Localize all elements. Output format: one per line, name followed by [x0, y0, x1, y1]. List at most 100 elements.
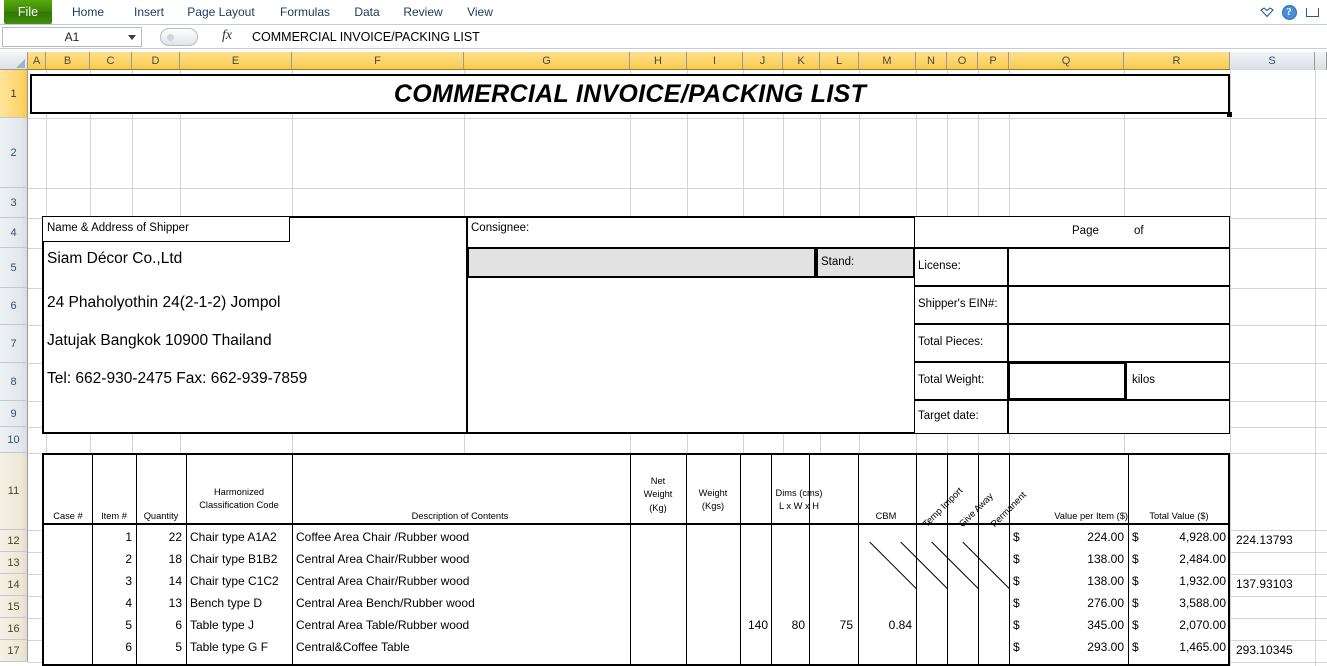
ribbon-tab-home[interactable]: Home [62, 0, 114, 24]
row-header-13[interactable]: 13 [0, 552, 28, 574]
column-header-A[interactable]: A [28, 52, 46, 70]
total-pieces-label: Total Pieces: [918, 336, 984, 348]
cell-total-currency: $ [1132, 530, 1139, 544]
header-weight-line1: Weight [698, 488, 728, 498]
column-header-G[interactable]: G [464, 52, 630, 70]
ribbon-tab-file[interactable]: File [4, 0, 52, 24]
header-dims-line2: L x W x H [779, 501, 819, 512]
column-header-H[interactable]: H [630, 52, 687, 70]
column-header-P[interactable]: P [978, 52, 1009, 70]
row-header-7[interactable]: 7 [0, 325, 28, 363]
minimize-glyph [1305, 7, 1319, 17]
cell-total-value: 1,932.00 [1179, 574, 1226, 588]
fx-label: fx [222, 28, 233, 43]
ribbon-tab-insert[interactable]: Insert [124, 0, 174, 24]
chevron-down-icon[interactable] [128, 35, 136, 40]
ribbon-tab-page-layout[interactable]: Page Layout [178, 0, 264, 24]
row-header-10[interactable]: 10 [0, 427, 28, 453]
ribbon-tab-formulas-label: Formulas [279, 5, 330, 19]
column-header-K[interactable]: K [783, 52, 820, 70]
row-header-4[interactable]: 4 [0, 218, 28, 248]
formula-input[interactable]: COMMERCIAL INVOICE/PACKING LIST [252, 28, 1323, 46]
ein-value-cell[interactable] [1008, 286, 1230, 324]
shipper-block[interactable] [42, 216, 482, 434]
row-header-8[interactable]: 8 [0, 363, 28, 401]
row-header-5[interactable]: 5 [0, 248, 28, 288]
cell-total-currency: $ [1132, 552, 1139, 566]
cell-dim-l: 140 [747, 618, 768, 632]
expand-formula-bar-button[interactable] [160, 28, 198, 46]
worksheet-grid[interactable]: COMMERCIAL INVOICE/PACKING LIST Name & A… [28, 70, 1327, 666]
shipper-contact: Tel: 662-930-2475 Fax: 662-939-7859 [47, 370, 308, 387]
row-header-11[interactable]: 11 [0, 453, 28, 530]
column-header-S[interactable]: S [1230, 52, 1315, 70]
ein-label: Shipper's EIN#: [918, 298, 998, 310]
total-pieces-value-cell[interactable] [1008, 324, 1230, 362]
row-header-15[interactable]: 15 [0, 596, 28, 618]
header-value-per-item: Value per Item ($) [1054, 511, 1128, 521]
column-header-D[interactable]: D [132, 52, 180, 70]
help-glyph: ? [1281, 4, 1297, 20]
column-header-extra[interactable] [1315, 52, 1327, 70]
cell-value-currency: $ [1013, 552, 1020, 566]
row-header-9[interactable]: 9 [0, 401, 28, 427]
formula-bar: A1 fx COMMERCIAL INVOICE/PACKING LIST [0, 25, 1327, 49]
cell-description: Central Area Chair/Rubber wood [296, 574, 470, 588]
column-header-I[interactable]: I [687, 52, 743, 70]
row-header-16[interactable]: 16 [0, 618, 28, 640]
row-header-14[interactable]: 14 [0, 574, 28, 596]
name-box[interactable]: A1 [2, 27, 142, 47]
cell-description: Central Area Chair/Rubber wood [296, 552, 470, 566]
cell-code: Table type J [190, 618, 255, 632]
select-all-corner[interactable] [0, 52, 28, 70]
minimize-window-button[interactable] [1303, 0, 1321, 24]
cell-code: Chair type C1C2 [190, 574, 279, 588]
column-header-E[interactable]: E [180, 52, 292, 70]
invoice-title-cell[interactable]: COMMERCIAL INVOICE/PACKING LIST [30, 74, 1230, 114]
target-date-value-cell[interactable] [1008, 400, 1230, 434]
consignee-name-field[interactable] [467, 247, 816, 278]
insert-function-icon[interactable]: fx [222, 28, 232, 44]
help-icon[interactable]: ? [1280, 0, 1298, 24]
cell-total-currency: $ [1132, 640, 1139, 654]
cell-item: 2 [125, 552, 132, 566]
header-weight-line2: (Kgs) [701, 501, 725, 512]
ribbon-tab-data-label: Data [354, 5, 380, 19]
table-column-divider-14 [1128, 453, 1129, 666]
ribbon-tab-data[interactable]: Data [346, 0, 388, 24]
total-weight-value-cell[interactable] [1008, 362, 1126, 400]
row-header-3[interactable]: 3 [0, 188, 28, 218]
table-column-divider-8 [809, 453, 810, 666]
table-column-divider-6 [740, 453, 741, 666]
row-header-6[interactable]: 6 [0, 288, 28, 325]
column-header-F[interactable]: F [292, 52, 464, 70]
minimize-ribbon-icon[interactable] [1258, 0, 1276, 24]
header-hs-code: Harmonized Classification Code [186, 486, 292, 513]
shipper-address1: 24 Phaholyothin 24(2-1-2) Jompol [47, 294, 281, 311]
selection-fill-handle[interactable] [1227, 112, 1232, 117]
column-header-N[interactable]: N [916, 52, 947, 70]
column-header-L[interactable]: L [820, 52, 859, 70]
cell-description: Central Area Table/Rubber wood [296, 618, 470, 632]
column-header-Q[interactable]: Q [1009, 52, 1124, 70]
ribbon-tab-review[interactable]: Review [394, 0, 452, 24]
cell-dim-w: 80 [791, 618, 805, 632]
cell-total-currency: $ [1132, 618, 1139, 632]
table-column-divider-13 [1009, 453, 1010, 666]
row-header-1[interactable]: 1 [0, 70, 28, 118]
row-header-2[interactable]: 2 [0, 118, 28, 188]
row-header-17[interactable]: 17 [0, 640, 28, 662]
cell-code: Bench type D [190, 596, 263, 610]
ribbon-tab-view[interactable]: View [458, 0, 502, 24]
column-header-J[interactable]: J [743, 52, 783, 70]
column-header-M[interactable]: M [859, 52, 916, 70]
table-column-divider-2 [186, 453, 187, 666]
ribbon-tab-formulas[interactable]: Formulas [270, 0, 340, 24]
row-header-12[interactable]: 12 [0, 530, 28, 552]
table-column-divider-0 [92, 453, 93, 666]
column-header-B[interactable]: B [46, 52, 90, 70]
column-header-R[interactable]: R [1124, 52, 1230, 70]
column-header-C[interactable]: C [90, 52, 132, 70]
column-header-O[interactable]: O [947, 52, 978, 70]
license-value-cell[interactable] [1008, 248, 1230, 286]
